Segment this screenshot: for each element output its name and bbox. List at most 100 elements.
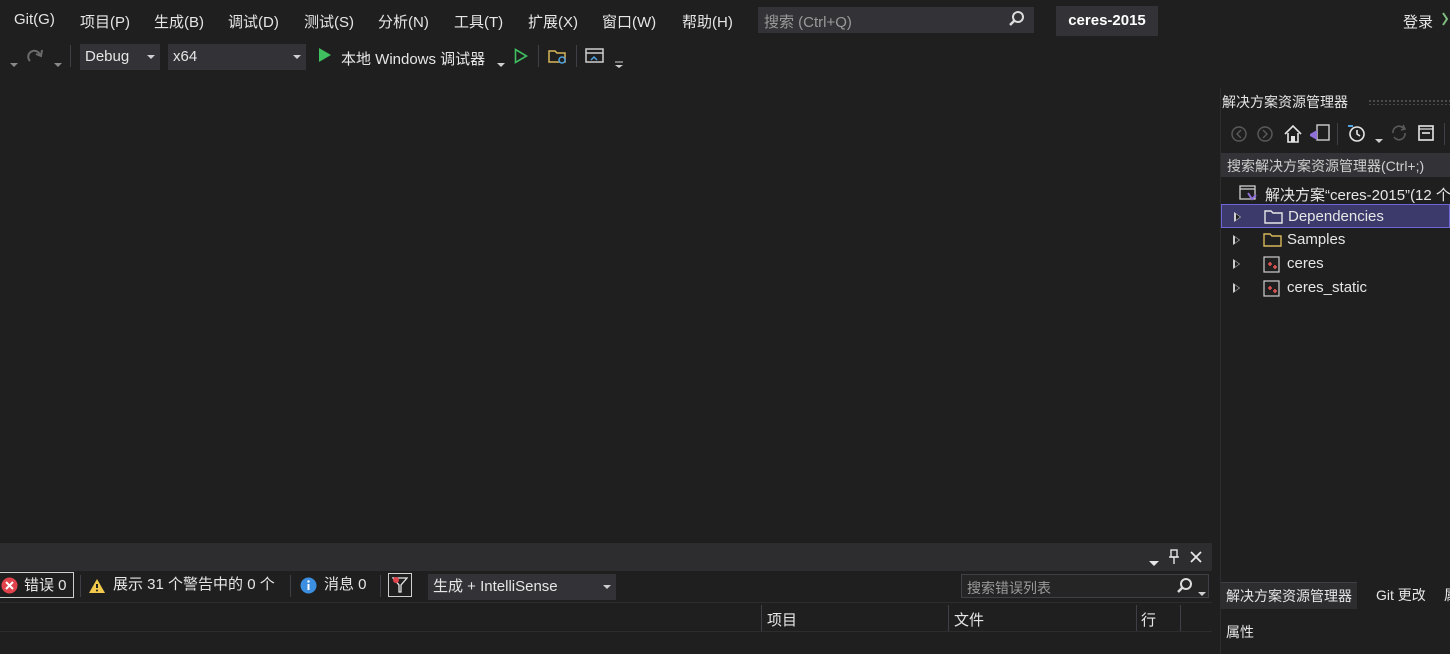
expand-arrow-icon[interactable] [1233, 259, 1240, 269]
redo-dropdown-arrow-icon[interactable] [54, 55, 62, 71]
menu-analyze[interactable]: 分析(N) [378, 11, 429, 32]
sync-icon[interactable] [1389, 123, 1409, 146]
configuration-select[interactable]: Debug [80, 44, 160, 70]
forward-icon[interactable] [1256, 125, 1274, 146]
column-divider[interactable] [1180, 605, 1181, 631]
errors-filter-button[interactable]: 错误 0 [0, 572, 74, 598]
tab-solution-explorer[interactable]: 解决方案资源管理器 [1221, 582, 1357, 609]
search-options-dropdown-icon[interactable] [1198, 584, 1206, 600]
tree-item-label: Dependencies [1288, 208, 1384, 225]
start-debugging-icon[interactable] [318, 47, 332, 66]
tree-item-dependencies[interactable]: Dependencies [1221, 204, 1450, 228]
cpp-project-icon [1263, 280, 1281, 301]
solution-icon [1239, 184, 1257, 205]
error-scope-value: 生成 + IntelliSense [433, 578, 558, 595]
menu-debug[interactable]: 调试(D) [228, 11, 279, 32]
expand-arrow-icon[interactable] [1233, 283, 1240, 293]
menu-help[interactable]: 帮助(H) [682, 11, 733, 32]
error-list-search-input[interactable]: 搜索错误列表 [961, 574, 1209, 598]
toolbar-separator [380, 575, 381, 597]
column-divider[interactable] [1136, 605, 1137, 631]
solution-explorer-search-placeholder: 搜索解决方案资源管理器(Ctrl+;) [1227, 158, 1425, 174]
menu-test[interactable]: 测试(S) [304, 11, 354, 32]
pending-changes-filter-icon[interactable] [1346, 123, 1366, 146]
search-icon [1176, 577, 1194, 598]
build-filter-toggle[interactable] [388, 573, 412, 597]
solution-explorer-title: 解决方案资源管理器 [1222, 94, 1348, 110]
expand-arrow-icon[interactable] [1233, 235, 1240, 245]
platform-select[interactable]: x64 [168, 44, 306, 70]
menu-project[interactable]: 项目(P) [80, 11, 130, 32]
back-icon[interactable] [1230, 125, 1248, 146]
solution-label: 解决方案“ceres-2015”(12 个 [1265, 187, 1450, 204]
error-list-header [0, 543, 1212, 571]
messages-filter-button[interactable]: 消息 0 [299, 572, 375, 598]
close-icon[interactable] [1189, 550, 1203, 567]
solution-explorer-search-input[interactable]: 搜索解决方案资源管理器(Ctrl+;) [1221, 153, 1450, 177]
debugger-dropdown-arrow-icon[interactable] [497, 55, 505, 71]
column-divider[interactable] [948, 605, 949, 631]
menu-bar: Git(G) 项目(P) 生成(B) 调试(D) 测试(S) 分析(N) 工具(… [0, 0, 1450, 40]
filter-dropdown-arrow-icon[interactable] [1375, 131, 1383, 147]
messages-count-label: 消息 0 [324, 576, 367, 593]
column-header-line[interactable]: 行 [1141, 609, 1156, 630]
error-list-column-headers: 项目 文件 行 [0, 602, 1212, 632]
open-folder-icon[interactable] [548, 47, 568, 68]
column-divider[interactable] [761, 605, 762, 631]
toolbar-separator [538, 45, 539, 67]
info-icon [300, 577, 317, 603]
home-icon[interactable] [1283, 124, 1303, 147]
toolbar-separator [290, 575, 291, 597]
tree-item-ceres[interactable]: ceres [1221, 252, 1450, 276]
global-search-input[interactable]: 搜索 (Ctrl+Q) [758, 7, 1034, 33]
global-search-placeholder: 搜索 (Ctrl+Q) [764, 14, 852, 31]
tree-item-ceres-static[interactable]: ceres_static [1221, 276, 1450, 300]
search-icon [1008, 10, 1026, 31]
explorer-tab-strip: 解决方案资源管理器 Git 更改 属 [1221, 582, 1450, 609]
configuration-value: Debug [85, 48, 130, 65]
panel-drag-grip[interactable] [1368, 99, 1450, 105]
warnings-count-label: 展示 31 个警告中的 0 个 [113, 576, 275, 593]
pin-icon[interactable] [1168, 549, 1180, 568]
redo-icon[interactable] [26, 47, 44, 68]
account-icon[interactable] [1442, 10, 1450, 31]
errors-count-label: 错误 0 [24, 577, 67, 594]
start-debugging-button[interactable]: 本地 Windows 调试器 [341, 48, 485, 69]
column-header-file[interactable]: 文件 [954, 609, 984, 630]
tree-item-samples[interactable]: Samples [1221, 228, 1450, 252]
menu-extensions[interactable]: 扩展(X) [528, 11, 578, 32]
error-list-toolbar: 错误 0 展示 31 个警告中的 0 个 消息 0 生成 + IntelliSe… [0, 571, 1212, 601]
expand-arrow-icon[interactable] [1234, 212, 1241, 222]
folder-icon [1263, 232, 1283, 251]
warnings-filter-button[interactable]: 展示 31 个警告中的 0 个 [88, 572, 284, 598]
chevron-down-icon [293, 55, 301, 59]
start-without-debugging-icon[interactable] [514, 48, 529, 67]
error-list-search-placeholder: 搜索错误列表 [967, 580, 1051, 596]
switch-views-icon[interactable] [1308, 123, 1330, 146]
tree-item-label: ceres_static [1287, 279, 1368, 296]
cpp-project-icon [1263, 256, 1281, 277]
menu-build[interactable]: 生成(B) [154, 11, 204, 32]
sign-in-link[interactable]: 登录 [1403, 11, 1433, 32]
tab-properties-short[interactable]: 属 [1439, 582, 1450, 608]
folder-icon [1264, 209, 1284, 228]
window-position-dropdown-icon[interactable] [1149, 554, 1159, 570]
properties-panel-title: 属性 [1226, 624, 1254, 640]
menu-window[interactable]: 窗口(W) [602, 11, 656, 32]
collapse-all-icon[interactable] [1416, 123, 1436, 146]
browser-link-icon[interactable] [585, 47, 605, 68]
column-header-project[interactable]: 项目 [767, 609, 797, 630]
undo-dropdown-arrow-icon[interactable] [10, 55, 18, 71]
menu-git[interactable]: Git(G) [14, 11, 55, 28]
menu-tools[interactable]: 工具(T) [454, 11, 503, 32]
tab-git-changes[interactable]: Git 更改 [1371, 582, 1431, 608]
toolbar-overflow-icon[interactable] [614, 56, 624, 72]
solution-name-badge[interactable]: ceres-2015 [1056, 6, 1158, 36]
toolbar-separator [1444, 123, 1445, 145]
error-scope-select[interactable]: 生成 + IntelliSense [428, 574, 616, 600]
solution-node[interactable]: 解决方案“ceres-2015”(12 个 [1221, 181, 1450, 205]
error-icon [1, 577, 18, 603]
toolbar-separator [80, 575, 81, 597]
toolbar-separator [1337, 123, 1338, 145]
chevron-down-icon [603, 585, 611, 589]
